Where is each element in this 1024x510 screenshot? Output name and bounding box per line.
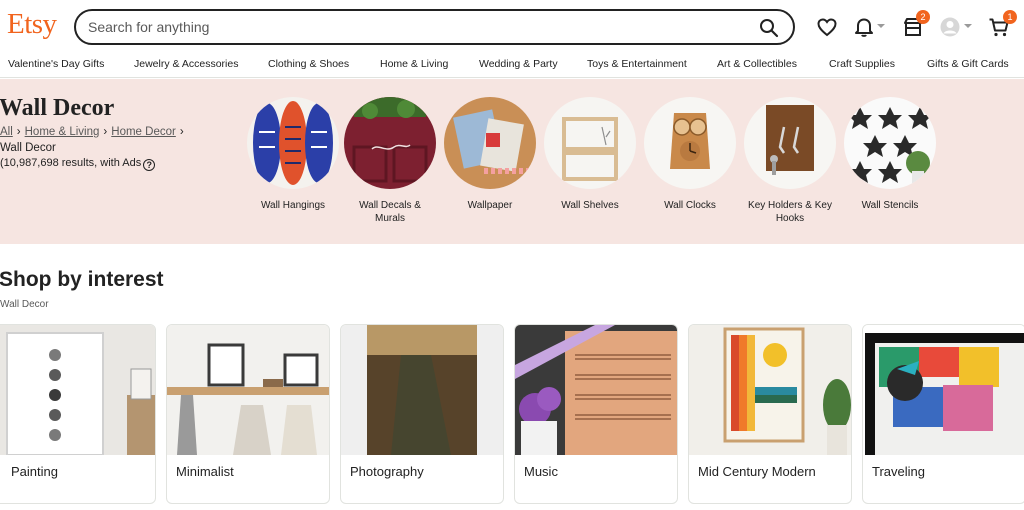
page-title: Wall Decor (0, 95, 115, 121)
interest-card-photography[interactable]: Photography (340, 324, 504, 504)
category-label: Wall Stencils (861, 200, 919, 211)
search-bar[interactable] (74, 9, 795, 45)
category-label: Wall Shelves (561, 200, 619, 211)
category-wall-hangings[interactable]: Wall Hangings (247, 97, 339, 212)
nav-item-jewelry[interactable]: Jewelry & Accessories (134, 58, 238, 70)
breadcrumb-home-living[interactable]: Home & Living (25, 126, 100, 138)
category-label: Wall Hangings (260, 200, 326, 211)
category-wall-clocks[interactable]: Wall Clocks (644, 97, 736, 212)
card-image (863, 325, 1024, 455)
category-banner: Wall Decor All › Home & Living › Home Decor ›… (0, 79, 1024, 244)
chevron-down-icon[interactable] (877, 24, 885, 28)
etsy-logo[interactable]: Etsy (7, 8, 57, 41)
card-label: Music (524, 464, 558, 479)
category-image (344, 97, 436, 189)
nav-item-gifts[interactable]: Gifts & Gift Cards (927, 58, 1009, 70)
category-key-holders[interactable]: Key Holders & Key Hooks (744, 97, 836, 225)
interest-card-traveling[interactable]: Traveling (862, 324, 1024, 504)
breadcrumb-separator: › (16, 126, 21, 138)
category-image (844, 97, 936, 189)
nav-item-wedding[interactable]: Wedding & Party (479, 58, 558, 70)
breadcrumb-separator: › (103, 126, 108, 138)
heart-icon[interactable] (816, 16, 838, 38)
category-wallpaper[interactable]: Wallpaper (444, 97, 536, 212)
card-image (515, 325, 677, 455)
section-subtitle: Wall Decor (0, 299, 49, 310)
category-nav: Valentine's Day Gifts Jewelry & Accessor… (0, 52, 1024, 78)
card-label: Traveling (872, 464, 925, 479)
notification-badge: 2 (916, 10, 930, 24)
category-image (644, 97, 736, 189)
breadcrumb-home-decor[interactable]: Home Decor (111, 126, 176, 138)
cart-badge: 1 (1003, 10, 1017, 24)
category-wall-shelves[interactable]: Wall Shelves (544, 97, 636, 212)
card-image (341, 325, 503, 455)
category-image (444, 97, 536, 189)
category-image (744, 97, 836, 189)
nav-item-home-living[interactable]: Home & Living (380, 58, 448, 70)
breadcrumb-separator: › (179, 126, 184, 138)
nav-item-clothing[interactable]: Clothing & Shoes (268, 58, 349, 70)
card-label: Mid Century Modern (698, 464, 816, 479)
interest-card-painting[interactable]: Painting (0, 324, 156, 504)
bell-icon[interactable] (853, 16, 875, 38)
nav-item-valentines[interactable]: Valentine's Day Gifts (8, 58, 104, 70)
results-count-text: (10,987,698 results, with Ads (0, 157, 142, 169)
breadcrumb-all[interactable]: All (0, 126, 13, 138)
category-wall-decals[interactable]: Wall Decals & Murals (344, 97, 436, 225)
results-count: (10,987,698 results, with Ads? (0, 157, 156, 171)
card-label: Photography (350, 464, 424, 479)
category-label: Wallpaper (467, 200, 513, 211)
interest-card-mid-century[interactable]: Mid Century Modern (688, 324, 852, 504)
avatar-icon[interactable] (939, 16, 961, 38)
account-chevron-icon[interactable] (964, 24, 972, 28)
card-image (167, 325, 329, 455)
category-label: Key Holders & Key Hooks (748, 200, 832, 224)
category-label: Wall Clocks (664, 200, 716, 211)
card-image (689, 325, 851, 455)
nav-item-toys[interactable]: Toys & Entertainment (587, 58, 687, 70)
card-image (0, 325, 155, 455)
section-title: Shop by interest (0, 268, 164, 291)
nav-item-art[interactable]: Art & Collectibles (717, 58, 797, 70)
search-icon[interactable] (759, 18, 779, 38)
breadcrumb: All › Home & Living › Home Decor › (0, 126, 188, 138)
header: Etsy 2 1 (0, 0, 1024, 52)
nav-item-craft[interactable]: Craft Supplies (829, 58, 895, 70)
help-icon[interactable]: ? (143, 159, 156, 171)
card-label: Painting (11, 464, 58, 479)
interest-card-music[interactable]: Music (514, 324, 678, 504)
search-input[interactable] (88, 17, 728, 37)
category-wall-stencils[interactable]: Wall Stencils (844, 97, 936, 212)
category-image (247, 97, 339, 189)
interest-card-minimalist[interactable]: Minimalist (166, 324, 330, 504)
breadcrumb-current: Wall Decor (0, 142, 56, 154)
card-label: Minimalist (176, 464, 234, 479)
category-image (544, 97, 636, 189)
category-label: Wall Decals & Murals (359, 200, 421, 224)
